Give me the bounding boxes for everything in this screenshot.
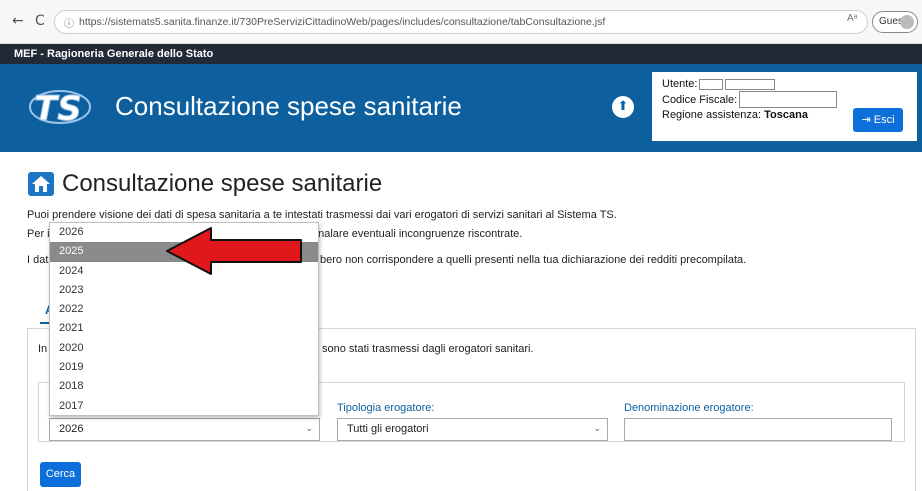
tipologia-select[interactable]: Tutti gli erogatori ⌄: [337, 418, 608, 441]
year-select[interactable]: 2026 ⌄: [49, 418, 320, 441]
upload-icon[interactable]: ⬆: [612, 96, 634, 118]
panel-text-start: In: [38, 343, 48, 355]
mef-topbar: MEF - Ragioneria Generale dello Stato: [0, 44, 922, 64]
header-title: Consultazione spese sanitarie: [115, 91, 462, 121]
chevron-down-icon: ⌄: [305, 424, 313, 434]
year-option[interactable]: 2022: [50, 300, 318, 319]
address-bar[interactable]: ⓘ https://sistemats5.sanita.finanze.it/7…: [54, 10, 868, 34]
denominazione-label: Denominazione erogatore:: [624, 402, 754, 414]
page-title-text: Consultazione spese sanitarie: [62, 170, 383, 197]
intro-paragraph-2-end: gnalare eventuali incongruenze riscontra…: [312, 228, 523, 240]
browser-toolbar: ← C ⓘ https://sistemats5.sanita.finanze.…: [0, 0, 922, 44]
intro-paragraph-3-end: bero non corrispondere a quelli presenti…: [320, 254, 747, 266]
utente-surname-field: [725, 78, 776, 90]
utente-name-field: [699, 78, 724, 90]
avatar-icon: [900, 15, 914, 29]
back-arrow-icon[interactable]: ←: [12, 13, 24, 29]
mef-topbar-label: MEF - Ragioneria Generale dello Stato: [14, 48, 214, 60]
page-title: Consultazione spese sanitarie: [28, 170, 382, 198]
tipologia-select-value: Tutti gli erogatori: [347, 423, 429, 435]
red-arrow-icon: [166, 227, 302, 275]
denominazione-input[interactable]: [624, 418, 892, 441]
year-option[interactable]: 2023: [50, 281, 318, 300]
esci-label: Esci: [873, 114, 895, 126]
cf-label: Codice Fiscale:: [662, 93, 738, 106]
address-bar-url: https://sistemats5.sanita.finanze.it/730…: [79, 16, 606, 28]
year-option[interactable]: 2020: [50, 339, 318, 358]
year-option[interactable]: 2019: [50, 358, 318, 377]
year-option[interactable]: 2018: [50, 377, 318, 396]
cerca-button[interactable]: Cerca: [40, 462, 81, 487]
site-header: TS Consultazione spese sanitarie ⬆ Utent…: [0, 64, 922, 152]
year-option[interactable]: 2017: [50, 397, 318, 416]
intro-paragraph-1: Puoi prendere visione dei dati di spesa …: [27, 209, 617, 221]
ts-logo-icon: TS: [29, 89, 91, 130]
tipologia-label: Tipologia erogatore:: [337, 402, 435, 414]
esci-button[interactable]: ⇥ Esci: [853, 108, 903, 132]
year-select-value: 2026: [59, 423, 84, 435]
read-aloud-icon[interactable]: Aᵃ: [847, 13, 857, 24]
lock-icon: ⓘ: [64, 19, 74, 30]
chevron-down-icon: ⌄: [593, 424, 601, 434]
intro-paragraph-3-start: I dati: [27, 254, 51, 266]
reload-icon[interactable]: C: [35, 13, 45, 29]
regione-value: Toscana: [764, 109, 808, 121]
regione-label: Regione assistenza:: [662, 109, 762, 121]
home-icon: [28, 172, 54, 196]
year-option[interactable]: 2021: [50, 319, 318, 338]
cf-field: [739, 91, 838, 108]
logout-icon: ⇥: [861, 114, 871, 126]
intro-paragraph-2-start: Per i: [27, 228, 50, 240]
svg-text:TS: TS: [34, 89, 82, 129]
panel-text-end: sono stati trasmessi dagli erogatori san…: [322, 343, 534, 355]
user-info-box: Utente: Codice Fiscale: Regione assisten…: [652, 72, 917, 141]
utente-label: Utente:: [662, 78, 698, 90]
profile-button[interactable]: Guest: [872, 11, 918, 33]
